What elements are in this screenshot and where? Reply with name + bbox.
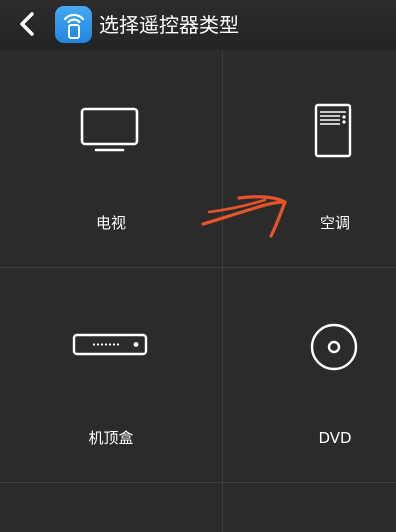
tv-icon — [80, 107, 139, 152]
remote-type-set-top-box[interactable]: 机顶盒 — [0, 268, 222, 482]
remote-type-label: DVD — [318, 429, 352, 447]
remote-type-tv[interactable]: 电视 — [0, 50, 222, 267]
remote-type-label: 电视 — [95, 214, 126, 232]
remote-type-air-conditioner[interactable]: 空调 — [223, 50, 396, 267]
set-top-box-icon — [72, 333, 148, 356]
chevron-left-icon — [20, 12, 34, 36]
remote-type-label: 空调 — [319, 214, 350, 232]
header-bar: 选择遥控器类型 — [0, 0, 396, 50]
remote-type-row-partial — [0, 483, 396, 532]
page-title: 选择遥控器类型 — [99, 13, 239, 37]
remote-type-grid: 电视 空调 机顶盒 DVD — [0, 50, 396, 532]
wifi-remote-icon — [63, 13, 84, 39]
remote-type-dvd[interactable]: DVD — [223, 268, 396, 482]
app-icon — [55, 6, 92, 43]
remote-type-label: 机顶盒 — [88, 429, 134, 447]
air-conditioner-icon — [314, 103, 352, 158]
back-button[interactable] — [14, 10, 40, 38]
disc-icon — [310, 323, 358, 371]
